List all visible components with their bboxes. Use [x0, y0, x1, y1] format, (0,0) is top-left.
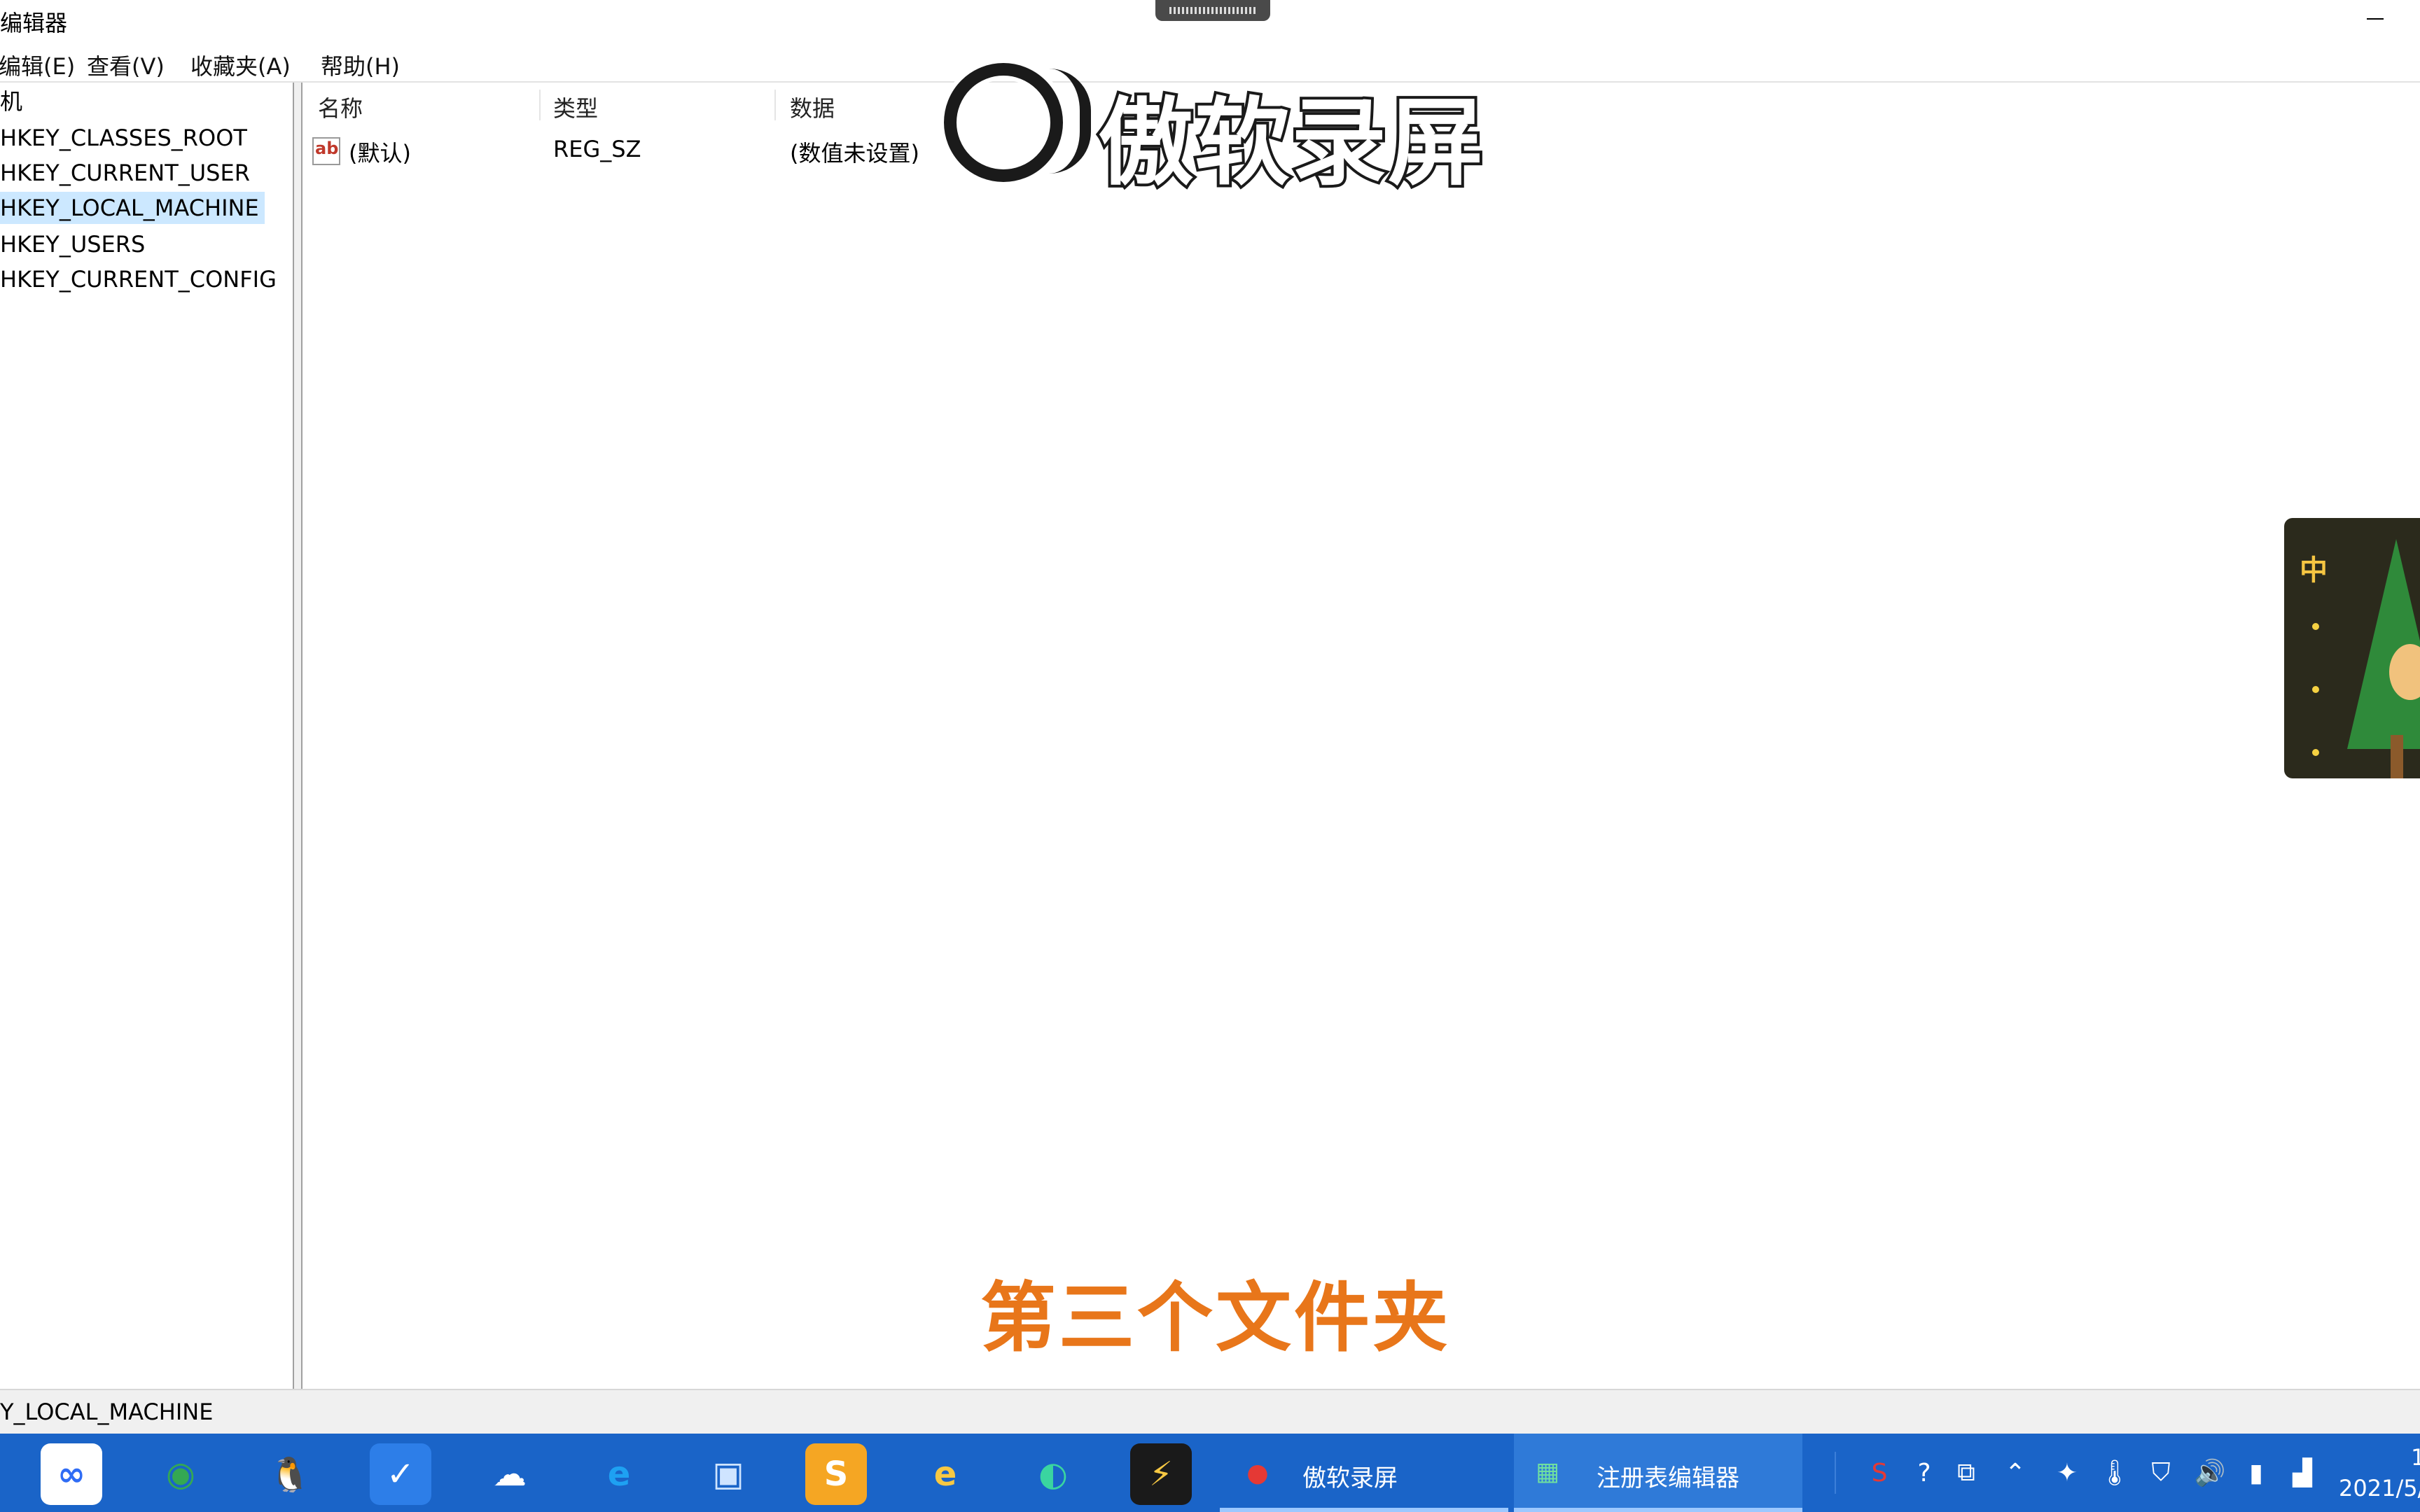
tencent-shield-icon[interactable]: ✓: [370, 1443, 431, 1505]
tree-item-hkey-current-config[interactable]: HKEY_CURRENT_CONFIG: [0, 263, 277, 295]
qq-icon[interactable]: 🐧: [259, 1443, 321, 1505]
column-header-name[interactable]: 名称: [318, 91, 363, 123]
taskbar-recorder-label: 傲软录屏: [1302, 1464, 1398, 1492]
taskbar-recorder-button[interactable]: ● 傲软录屏: [1220, 1434, 1508, 1512]
sparkle-icon: [2312, 623, 2319, 630]
system-clock[interactable]: 1 2021/5/: [2339, 1442, 2420, 1504]
menu-edit[interactable]: 编辑(E): [0, 49, 75, 81]
tree-item-hkey-classes-root[interactable]: HKEY_CLASSES_ROOT: [0, 122, 247, 154]
minimize-button[interactable]: [2353, 0, 2395, 35]
record-icon: ●: [1246, 1458, 1269, 1488]
pane-splitter[interactable]: [294, 83, 302, 1389]
string-value-icon: ab: [312, 137, 340, 165]
window-title: 编辑器: [0, 10, 68, 36]
title-bar: 编辑器: [0, 0, 2420, 42]
column-header-type[interactable]: 类型: [553, 91, 598, 123]
tree-root-computer[interactable]: 机: [0, 85, 22, 118]
tree-item-hkey-users[interactable]: HKEY_USERS: [0, 228, 145, 260]
cloud-app-icon[interactable]: ☁: [479, 1443, 541, 1505]
value-type[interactable]: REG_SZ: [553, 136, 641, 162]
tree-item-hkey-local-machine[interactable]: HKEY_LOCAL_MACHINE: [0, 192, 265, 224]
remote-desktop-icon[interactable]: ▣: [697, 1443, 759, 1505]
sparkle-icon: [2312, 749, 2319, 756]
chrome-icon[interactable]: ◉: [150, 1443, 211, 1505]
clock-date: 2021/5/: [2339, 1475, 2420, 1502]
value-name[interactable]: (默认): [349, 136, 411, 168]
taskbar-regedit-label: 注册表编辑器: [1597, 1464, 1739, 1492]
tree-item-hkey-current-user[interactable]: HKEY_CURRENT_USER: [0, 157, 250, 189]
regedit-icon: ▦: [1535, 1457, 1559, 1486]
registry-tree: 机 HKEY_CLASSES_ROOT HKEY_CURRENT_USER HK…: [0, 83, 294, 1389]
taskbar-divider: [1835, 1452, 1836, 1494]
value-data[interactable]: (数值未设置): [790, 136, 919, 168]
baidu-netdisk-icon[interactable]: ∞: [41, 1443, 102, 1505]
watermark-logo-icon: [944, 63, 1063, 182]
status-bar: Y_LOCAL_MACHINE: [0, 1389, 2420, 1434]
tree-trunk: [2391, 735, 2403, 778]
column-divider[interactable]: [539, 90, 541, 120]
column-divider[interactable]: [774, 90, 776, 120]
battery-icon[interactable]: ▮: [2238, 1455, 2274, 1491]
video-subtitle: 第三个文件夹: [980, 1275, 1452, 1362]
ie-icon[interactable]: e: [588, 1443, 650, 1505]
volume-icon[interactable]: 🔊: [2192, 1455, 2228, 1491]
thunder-icon[interactable]: ⚡: [1130, 1443, 1192, 1505]
shield-icon[interactable]: ⛉: [2143, 1455, 2179, 1491]
widget-char: 中: [2300, 554, 2328, 587]
clock-time: 1: [2411, 1444, 2420, 1471]
sogou-icon[interactable]: S: [1861, 1455, 1898, 1491]
menu-help[interactable]: 帮助(H): [321, 49, 400, 81]
registry-values-list: 名称 类型 数据 ab (默认) REG_SZ (数值未设置): [304, 83, 2420, 1389]
network-icon[interactable]: ✦: [2049, 1455, 2085, 1491]
edge-icon[interactable]: ◐: [1022, 1443, 1084, 1505]
internet-explorer-icon[interactable]: e: [915, 1443, 976, 1505]
taskbar-running-indicator: [1220, 1508, 1508, 1512]
menu-favorites[interactable]: 收藏夹(A): [190, 49, 291, 81]
chevron-up-icon[interactable]: ⌃: [1997, 1455, 2033, 1491]
thermometer-icon[interactable]: 🌡: [2096, 1455, 2133, 1491]
taskbar: ∞ ◉ 🐧 ✓ ☁ e ▣ Se ◐ ⚡ ● 傲软录屏 ▦ 注册表编辑器 S? ⧉ ⌃ ✦ 🌡 ⛉ 🔊 ▮ ▟ 1…: [0, 1434, 2420, 1512]
taskbar-running-indicator: [1514, 1508, 1802, 1512]
notes-app-icon[interactable]: S: [805, 1443, 867, 1505]
window-restore-icon[interactable]: ⧉: [1948, 1455, 1984, 1491]
floating-widget[interactable]: 中: [2284, 518, 2420, 778]
sparkle-icon: [2312, 686, 2319, 693]
watermark-text: 傲软录屏: [1095, 85, 1486, 202]
recorder-grip-handle[interactable]: [1155, 0, 1270, 21]
recorder-watermark: 傲软录屏: [944, 56, 1490, 202]
menu-view[interactable]: 查看(V): [87, 49, 165, 81]
column-header-data[interactable]: 数据: [790, 91, 835, 123]
status-path: Y_LOCAL_MACHINE: [0, 1399, 214, 1425]
watermark-logo-hook: [1049, 69, 1091, 174]
help-icon[interactable]: ?: [1906, 1455, 1942, 1491]
taskbar-regedit-button[interactable]: ▦ 注册表编辑器: [1514, 1434, 1802, 1512]
signal-icon[interactable]: ▟: [2284, 1455, 2321, 1491]
